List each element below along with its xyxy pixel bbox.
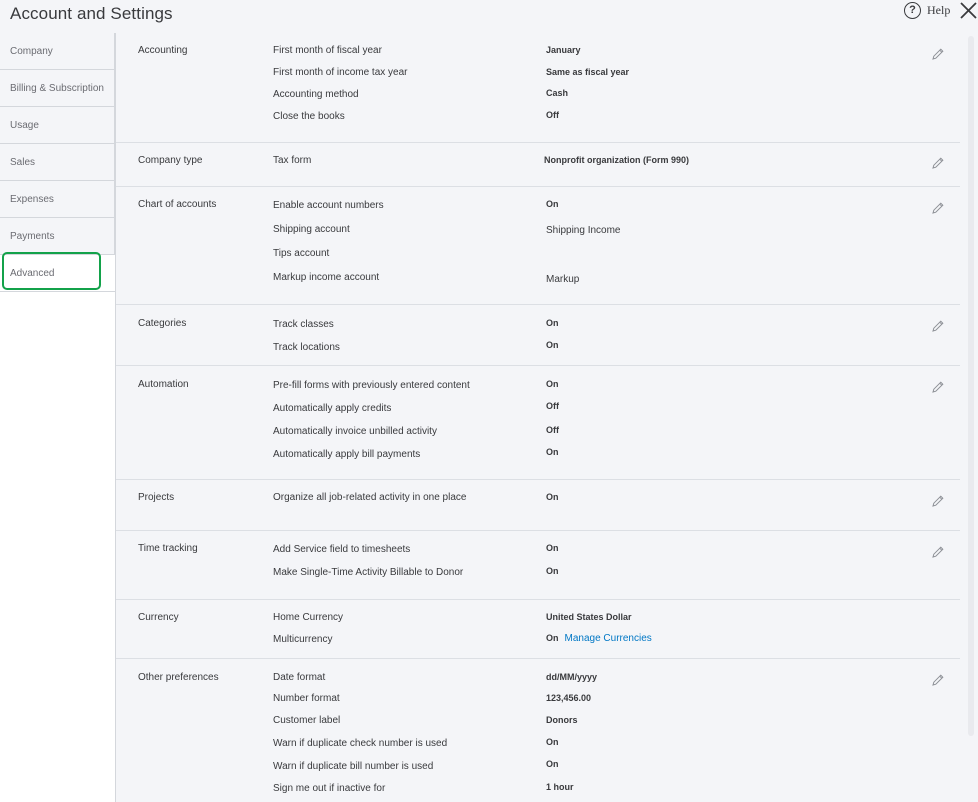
setting-label: Automatically apply bill payments — [273, 449, 421, 460]
setting-value: dd/MM/yyyy — [546, 672, 598, 682]
sidebar-item-advanced[interactable]: Advanced — [0, 255, 115, 292]
setting-value: 123,456.00 — [546, 693, 592, 703]
section-chart-of-accounts: Chart of accounts Enable account numbers… — [116, 187, 960, 305]
section-accounting: Accounting First month of fiscal year Ja… — [116, 33, 960, 143]
setting-value: Nonprofit organization (Form 990) — [544, 155, 689, 165]
setting-value: Donors — [546, 715, 578, 725]
setting-value: On — [546, 492, 559, 502]
setting-label: Number format — [273, 693, 340, 704]
section-title: Accounting — [138, 45, 188, 56]
pencil-icon[interactable] — [931, 201, 945, 215]
help-button[interactable]: ? Help — [904, 2, 950, 19]
sidebar-item-company[interactable]: Company — [0, 33, 115, 70]
setting-value: On — [546, 737, 559, 747]
setting-label: Organize all job-related activity in one… — [273, 492, 467, 503]
pencil-icon[interactable] — [931, 319, 945, 333]
pencil-icon[interactable] — [931, 47, 945, 61]
help-label: Help — [927, 3, 951, 17]
setting-value: On — [546, 633, 559, 643]
section-company-type: Company type Tax form Nonprofit organiza… — [116, 143, 960, 187]
setting-label: Pre-fill forms with previously entered c… — [273, 380, 470, 391]
setting-label: Warn if duplicate check number is used — [273, 738, 448, 749]
setting-value: On — [546, 543, 559, 553]
settings-sidebar: Company Billing & Subscription Usage Sal… — [0, 33, 116, 802]
sidebar-item-expenses[interactable]: Expenses — [0, 181, 115, 218]
sidebar-item-payments[interactable]: Payments — [0, 218, 115, 255]
setting-value: Off — [546, 401, 559, 411]
setting-value: 1 hour — [546, 782, 574, 792]
setting-label: Sign me out if inactive for — [273, 783, 386, 794]
setting-label: Home Currency — [273, 612, 344, 623]
setting-value: On — [546, 199, 559, 209]
sidebar-item-billing-subscription[interactable]: Billing & Subscription — [0, 70, 115, 107]
setting-value: January — [546, 45, 581, 55]
sidebar-item-sales[interactable]: Sales — [0, 144, 115, 181]
setting-label: Close the books — [273, 111, 345, 122]
setting-label: Make Single-Time Activity Billable to Do… — [273, 567, 464, 578]
section-title: Projects — [138, 492, 175, 503]
setting-label: Track classes — [273, 319, 334, 330]
setting-label: Automatically invoice unbilled activity — [273, 426, 437, 437]
sidebar-item-usage[interactable]: Usage — [0, 107, 115, 144]
setting-label: Multicurrency — [273, 634, 333, 645]
setting-label: Tips account — [273, 248, 330, 259]
section-title: Chart of accounts — [138, 199, 217, 210]
section-currency: Currency Home Currency United States Dol… — [116, 600, 960, 659]
setting-value: On — [546, 759, 559, 769]
section-title: Currency — [138, 612, 179, 623]
manage-currencies-link[interactable]: Manage Currencies — [565, 633, 652, 644]
setting-value-multicurrency: On Manage Currencies — [546, 633, 652, 644]
pencil-icon[interactable] — [931, 673, 945, 687]
pencil-icon[interactable] — [931, 545, 945, 559]
setting-value: Markup — [546, 274, 580, 285]
setting-value: United States Dollar — [546, 612, 632, 622]
setting-label: First month of fiscal year — [273, 45, 382, 56]
setting-value: Cash — [546, 88, 569, 98]
section-projects: Projects Organize all job-related activi… — [116, 480, 960, 531]
section-time-tracking: Time tracking Add Service field to times… — [116, 531, 960, 600]
scrollbar-thumb[interactable] — [968, 36, 974, 736]
section-title: Time tracking — [138, 543, 198, 554]
question-circle-icon: ? — [904, 2, 921, 19]
pencil-icon[interactable] — [931, 156, 945, 170]
setting-label: Add Service field to timesheets — [273, 544, 411, 555]
section-title: Categories — [138, 318, 187, 329]
setting-label: Markup income account — [273, 272, 380, 283]
section-categories: Categories Track classes On Track locati… — [116, 305, 960, 366]
section-title: Other preferences — [138, 672, 219, 683]
pencil-icon[interactable] — [931, 380, 945, 394]
setting-label: Automatically apply credits — [273, 403, 392, 414]
pencil-icon[interactable] — [931, 494, 945, 508]
setting-label: Warn if duplicate bill number is used — [273, 761, 434, 772]
section-title: Company type — [138, 155, 203, 166]
section-other-preferences: Other preferences Date format dd/MM/yyyy… — [116, 659, 960, 802]
section-title: Automation — [138, 379, 189, 390]
setting-label: Enable account numbers — [273, 200, 384, 211]
setting-label: Date format — [273, 672, 326, 683]
section-automation: Automation Pre-fill forms with previousl… — [116, 366, 960, 480]
setting-value: On — [546, 340, 559, 350]
setting-value: On — [546, 447, 559, 457]
setting-value: Off — [546, 425, 559, 435]
settings-content: Accounting First month of fiscal year Ja… — [116, 33, 978, 802]
setting-value: Same as fiscal year — [546, 67, 630, 77]
setting-value: On — [546, 318, 559, 328]
close-icon[interactable] — [958, 0, 978, 22]
setting-value: Shipping Income — [546, 225, 621, 236]
setting-label: Tax form — [273, 155, 312, 166]
page-title: Account and Settings — [10, 4, 173, 23]
setting-label: Accounting method — [273, 89, 359, 100]
setting-label: Shipping account — [273, 224, 350, 235]
setting-label: Track locations — [273, 342, 340, 353]
setting-label: Customer label — [273, 715, 341, 726]
setting-value: On — [546, 379, 559, 389]
setting-label: First month of income tax year — [273, 67, 408, 78]
setting-value: On — [546, 566, 559, 576]
page-header: Account and Settings ? Help — [0, 0, 978, 33]
setting-value: Off — [546, 110, 559, 120]
